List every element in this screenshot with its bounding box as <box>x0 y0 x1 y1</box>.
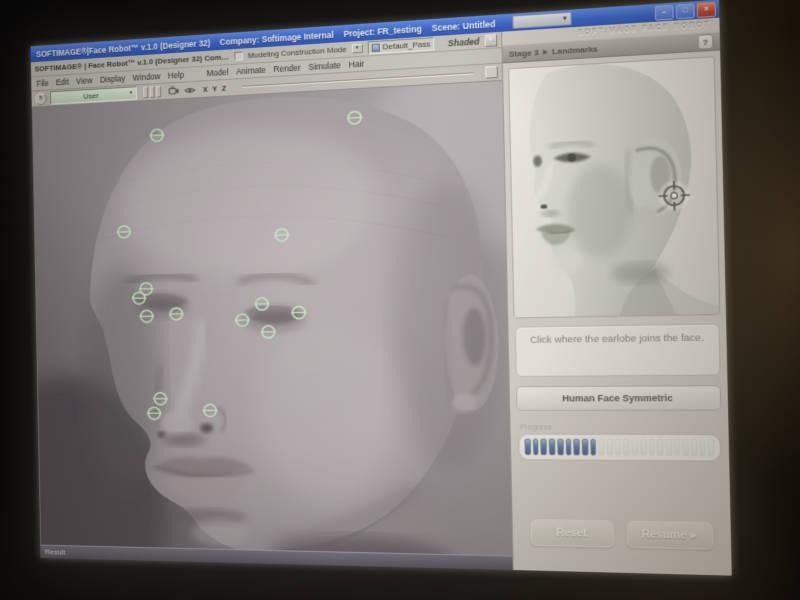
face-type-button[interactable]: Human Face Symmetric <box>516 385 721 411</box>
pass-label: Default_Pass <box>382 39 430 51</box>
axis-label-z[interactable]: Z <box>222 83 227 92</box>
resume-button[interactable]: Resume ▶ <box>626 521 713 550</box>
construction-mode-checkbox[interactable] <box>234 51 243 60</box>
status-text: Result <box>45 548 65 557</box>
viewport-3d[interactable] <box>32 81 513 556</box>
menu-help[interactable]: Help <box>168 70 184 81</box>
reset-button[interactable]: Reset <box>530 519 614 548</box>
face-robot-panel: SOFTIMAGE FACE ROBOT Stage 3 ▶ Landmarks… <box>501 18 732 576</box>
chevron-down-icon: ▼ <box>355 45 360 51</box>
menu-model[interactable]: Model <box>207 67 229 78</box>
axis-label-x[interactable]: X <box>203 84 208 93</box>
toolbar-separators <box>143 86 161 99</box>
reference-head <box>509 57 719 317</box>
progress-segment-6 <box>565 439 571 456</box>
progress-segment-20 <box>682 439 689 456</box>
pass-icon <box>371 43 379 52</box>
progress-segment-11 <box>607 439 614 456</box>
project-label: Project: FR_testing <box>343 23 421 38</box>
progress-segment-1 <box>524 439 530 455</box>
progress-segment-13 <box>623 439 630 456</box>
progress-segment-10 <box>598 439 605 456</box>
close-button[interactable]: × <box>697 1 716 17</box>
application-window: SOFTIMAGE®|Face Robot™ v.1.0 (Designer 3… <box>31 0 732 576</box>
separator <box>143 87 148 99</box>
progress-segment-15 <box>640 439 647 456</box>
scene-selector-dropdown[interactable]: ▼ <box>512 12 571 29</box>
progress-segment-7 <box>573 439 579 456</box>
instruction-text: Click where the earlobe joins the face. <box>515 324 721 377</box>
menu-hair[interactable]: Hair <box>349 59 365 70</box>
resume-label: Resume <box>641 528 686 542</box>
minimize-button[interactable]: – <box>655 4 674 20</box>
progress-segment-12 <box>615 439 622 456</box>
menu-edit[interactable]: Edit <box>56 77 69 87</box>
menu-view[interactable]: View <box>76 75 93 86</box>
progress-segment-19 <box>674 439 681 456</box>
progress-segment-2 <box>533 439 539 456</box>
scene-label: Scene: Untitled <box>432 18 496 32</box>
progress-segment-16 <box>648 439 655 456</box>
play-icon: ▶ <box>691 531 697 540</box>
chevron-right-icon: ▶ <box>543 48 548 56</box>
main-column: SOFTIMAGE® | Face Robot™ v.1.0 (Designer… <box>31 32 513 570</box>
help-button[interactable]: ? <box>697 34 713 50</box>
progress-segment-17 <box>657 439 664 456</box>
panel-buttons: Reset Resume ▶ <box>513 519 732 576</box>
menu-window[interactable]: Window <box>132 71 160 82</box>
maximize-button[interactable]: □ <box>676 3 695 19</box>
progress-segment-18 <box>665 439 672 456</box>
shading-mode-label[interactable]: Shaded <box>448 36 480 48</box>
construction-mode-dropdown[interactable]: ▼ <box>352 44 363 54</box>
progress-segment-21 <box>691 439 698 456</box>
progress-segment-5 <box>557 439 563 456</box>
menu-display[interactable]: Display <box>100 73 126 84</box>
menu-render[interactable]: Render <box>274 63 301 75</box>
progress-segment-14 <box>632 439 639 456</box>
axis-labels: XYZ <box>203 83 226 93</box>
stage-name: Landmarks <box>552 44 598 56</box>
head-model <box>33 81 513 556</box>
shading-mode-button[interactable] <box>485 34 498 47</box>
separator <box>156 86 161 98</box>
viewport-letter-button[interactable]: B <box>35 92 47 105</box>
progress-segment-3 <box>541 439 547 456</box>
separator <box>150 86 155 98</box>
axis-label-y[interactable]: Y <box>212 84 217 93</box>
progress-bar <box>518 433 721 461</box>
menu-file[interactable]: File <box>36 78 48 88</box>
progress-label: Progress <box>520 422 719 432</box>
viewport-letter: B <box>39 96 43 102</box>
progress-segment-9 <box>590 439 596 456</box>
stage-label: Stage 3 <box>509 47 539 58</box>
menu-animate[interactable]: Animate <box>236 65 266 77</box>
camera-icon[interactable] <box>167 85 179 97</box>
progress-segment-22 <box>699 439 706 456</box>
panel-spacer <box>511 460 730 522</box>
sphere-icon <box>488 37 493 42</box>
reset-label: Reset <box>556 527 587 540</box>
reference-head-image <box>508 56 720 318</box>
camera-name: User <box>54 89 129 102</box>
progress-segment-8 <box>582 439 588 456</box>
window-body: SOFTIMAGE® | Face Robot™ v.1.0 (Designer… <box>31 18 732 576</box>
chevron-down-icon: ▼ <box>129 90 134 96</box>
menu-simulate[interactable]: Simulate <box>308 60 341 72</box>
chevron-down-icon: ▼ <box>562 16 568 23</box>
viewport-resize-button[interactable] <box>485 66 498 79</box>
eye-icon[interactable] <box>183 84 195 96</box>
projected-screen: SOFTIMAGE®|Face Robot™ v.1.0 (Designer 3… <box>31 0 732 576</box>
progress-segment-23 <box>708 439 715 456</box>
progress-segment-4 <box>549 439 555 456</box>
render-pass-selector[interactable]: Default_Pass <box>367 37 434 54</box>
